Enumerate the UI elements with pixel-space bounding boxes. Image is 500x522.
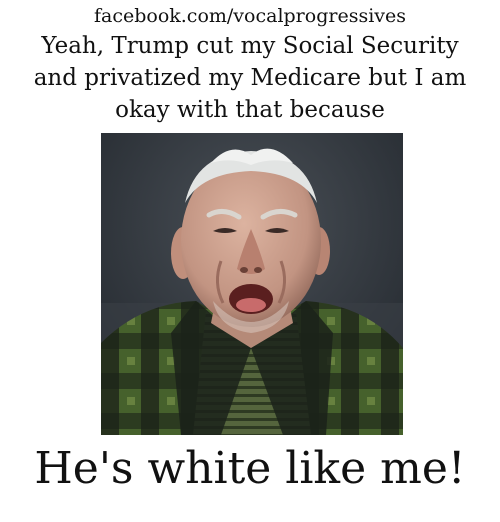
top-caption-line-3: okay with that because xyxy=(115,97,385,123)
source-watermark: facebook.com/vocalprogressives xyxy=(93,5,407,27)
top-caption-line-1: Yeah, Trump cut my Social Security xyxy=(41,33,459,59)
top-caption-line-2: and privatized my Medicare but I am xyxy=(33,65,467,91)
meme-card: facebook.com/vocalprogressives Yeah, Tru… xyxy=(0,0,500,522)
tongue xyxy=(236,298,266,312)
nostril-right xyxy=(254,267,262,273)
nostril-left xyxy=(240,267,248,273)
photo-illustration xyxy=(101,133,403,435)
top-caption: Yeah, Trump cut my Social Security and p… xyxy=(10,30,490,126)
elderly-man-photo xyxy=(101,133,403,435)
bottom-caption: He's white like me! xyxy=(34,443,466,494)
